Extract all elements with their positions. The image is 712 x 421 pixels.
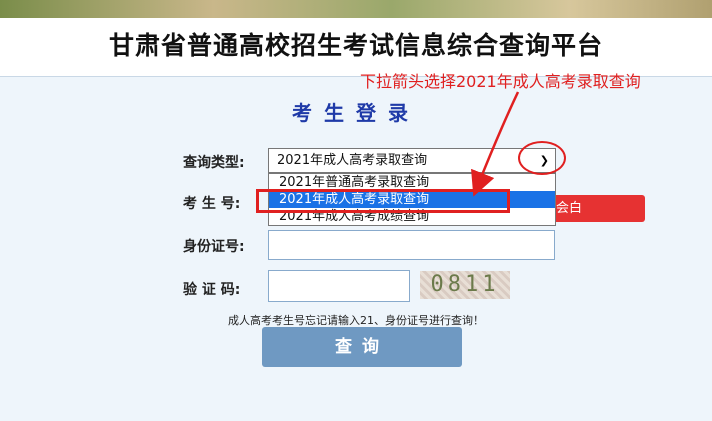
annotation-arrow-icon [471,91,520,197]
